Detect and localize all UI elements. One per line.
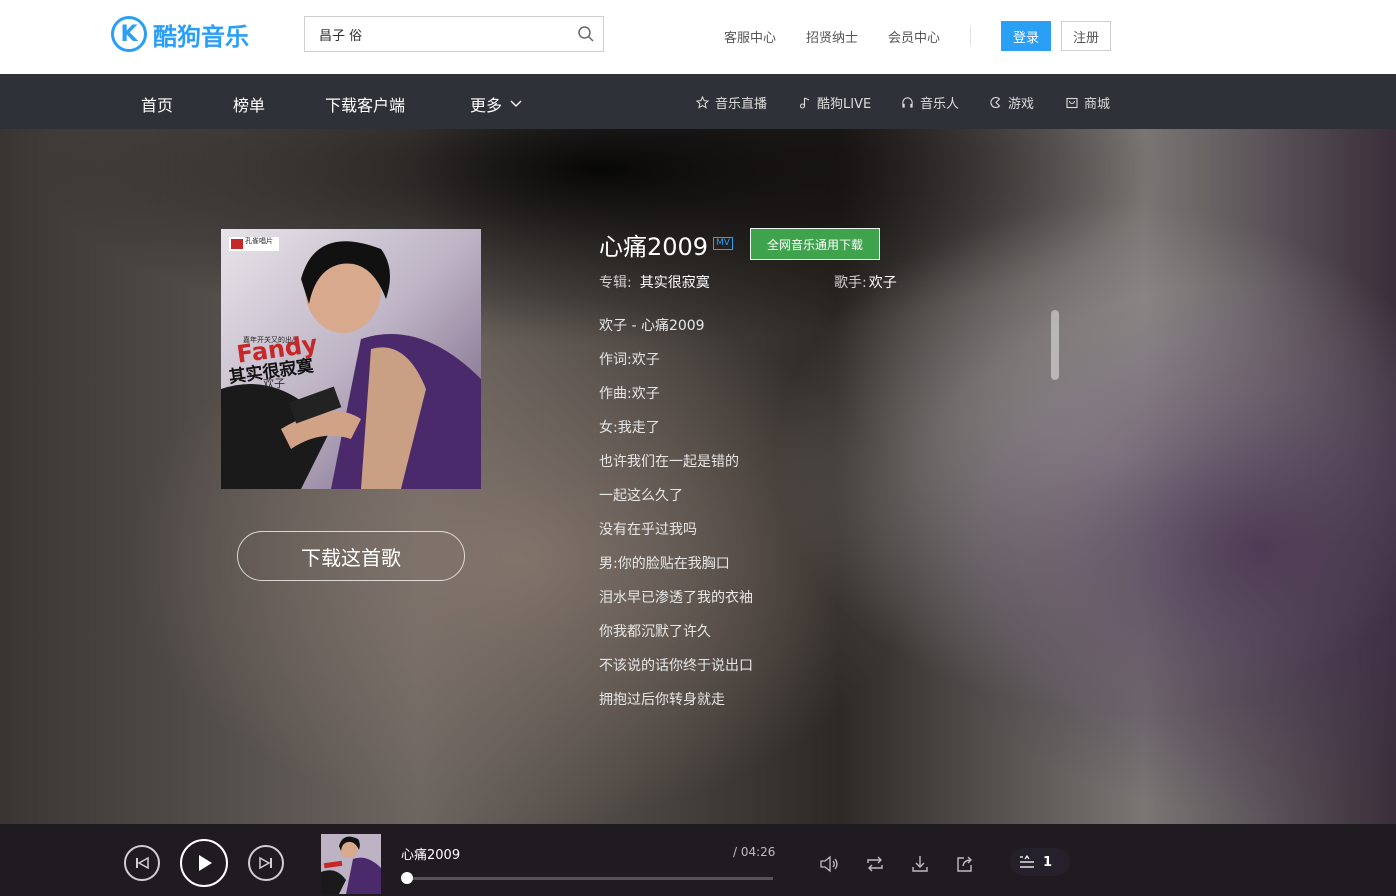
download-song-button[interactable]: 下载这首歌: [237, 531, 465, 581]
top-header: K 酷狗音乐 客服中心 招贤纳士 会员中心 登录 注册: [0, 0, 1396, 74]
album-link[interactable]: 其实很寂寞: [640, 275, 710, 291]
lyric-line: 男:你的脸贴在我胸口: [599, 556, 730, 572]
volume-icon[interactable]: [819, 854, 839, 874]
song-page: 孔雀唱片 嘉年开关又的出品 Fandy 其实很寂寞 欢子 下载这首歌 心痛200…: [0, 129, 1396, 824]
next-button[interactable]: [248, 845, 284, 881]
lyric-line: 作曲:欢子: [599, 386, 660, 402]
repeat-icon[interactable]: [865, 854, 885, 874]
nav-more[interactable]: 更多: [470, 92, 522, 116]
search-icon[interactable]: [577, 25, 595, 43]
nav-download-client[interactable]: 下载客户端: [325, 92, 405, 116]
login-button[interactable]: 登录: [1001, 21, 1051, 51]
cover-label-tag: 孔雀唱片: [245, 237, 273, 245]
search-box: [304, 16, 604, 52]
careers-link[interactable]: 招贤纳士: [806, 27, 858, 46]
register-button[interactable]: 注册: [1061, 21, 1111, 51]
player-cover[interactable]: [321, 834, 381, 894]
music-note-icon: [799, 97, 810, 109]
mv-badge[interactable]: MV: [713, 237, 733, 250]
headphones-icon: [902, 97, 913, 108]
lyric-line: 女:我走了: [599, 420, 660, 436]
lyric-line: 欢子 - 心痛2009: [599, 318, 705, 334]
playlist-count: 1: [1043, 854, 1053, 870]
download-all-button[interactable]: 全网音乐通用下载: [750, 228, 880, 260]
nav-kugou-live-label: 酷狗LIVE: [817, 97, 872, 112]
playlist-button[interactable]: 1: [1010, 848, 1070, 876]
album-cover: 孔雀唱片 嘉年开关又的出品 Fandy 其实很寂寞 欢子: [221, 229, 481, 489]
nav-games[interactable]: 游戏: [990, 93, 1034, 112]
nav-musician[interactable]: 音乐人: [901, 93, 959, 112]
play-icon: [199, 855, 212, 871]
kugou-logo[interactable]: K 酷狗音乐: [111, 16, 249, 52]
nav-games-label: 游戏: [1008, 97, 1035, 112]
lyric-line: 一起这么久了: [599, 488, 683, 504]
nav-charts[interactable]: 榜单: [233, 92, 265, 116]
lyric-line: 也许我们在一起是错的: [599, 454, 739, 470]
top-links: 客服中心 招贤纳士 会员中心: [724, 27, 970, 46]
album-key: 专辑:: [599, 275, 632, 291]
nav-musician-label: 音乐人: [920, 97, 960, 112]
singer-key: 歌手:: [834, 275, 867, 291]
nav-live-streaming[interactable]: 音乐直播: [696, 93, 767, 112]
logo-k-icon: K: [111, 16, 147, 52]
shop-icon: [1066, 97, 1078, 108]
divider: [970, 26, 971, 46]
nav-home[interactable]: 首页: [141, 92, 173, 116]
download-icon[interactable]: [910, 854, 930, 874]
prev-icon: [136, 856, 149, 870]
nav-kugou-live[interactable]: 酷狗LIVE: [799, 93, 871, 112]
player-bar: 心痛2009 / 04:26 1: [0, 824, 1396, 896]
singer-info: 歌手: 欢子: [834, 272, 897, 292]
play-button[interactable]: [180, 839, 228, 887]
lyric-line: 你我都沉默了许久: [599, 624, 711, 640]
share-icon[interactable]: [955, 854, 975, 874]
nav-live-streaming-label: 音乐直播: [715, 97, 768, 112]
prev-button[interactable]: [124, 845, 160, 881]
game-icon: [990, 96, 1001, 109]
logo-text: 酷狗音乐: [153, 22, 249, 51]
player-cover-image: [321, 834, 381, 894]
lyrics-scrollbar[interactable]: [1051, 310, 1059, 380]
chevron-down-icon: [510, 100, 522, 107]
playlist-icon: [1020, 855, 1034, 868]
nav-shop[interactable]: 商城: [1066, 93, 1110, 112]
customer-service-link[interactable]: 客服中心: [724, 27, 776, 46]
progress-bar[interactable]: [401, 872, 773, 884]
singer-link[interactable]: 欢子: [869, 275, 897, 291]
album-info: 专辑: 其实很寂寞: [599, 272, 710, 292]
lyric-line: 作词:欢子: [599, 352, 660, 368]
cover-artist: 欢子: [263, 377, 285, 390]
lyric-line: 泪水早已渗透了我的衣袖: [599, 590, 753, 606]
star-icon: [696, 96, 709, 109]
player-time: / 04:26: [733, 845, 776, 859]
nav-more-label: 更多: [470, 96, 503, 115]
lyrics-panel[interactable]: 欢子 - 心痛2009 作词:欢子 作曲:欢子 女:我走了 也许我们在一起是错的…: [599, 315, 1019, 715]
player-song-title: 心痛2009: [401, 848, 461, 863]
song-title: 心痛2009: [599, 233, 709, 261]
lyric-line: 没有在乎过我吗: [599, 522, 697, 538]
main-nav: 首页 榜单 下载客户端 更多 音乐直播 酷狗LIVE 音乐人 游戏 商城: [0, 74, 1396, 129]
progress-handle[interactable]: [401, 872, 413, 884]
lyric-line: 拥抱过后你转身就走: [599, 692, 725, 708]
search-input[interactable]: [305, 17, 565, 51]
next-icon: [259, 856, 272, 870]
lyric-line: 不该说的话你终于说出口: [599, 658, 753, 674]
nav-shop-label: 商城: [1084, 97, 1111, 112]
vip-center-link[interactable]: 会员中心: [888, 27, 940, 46]
